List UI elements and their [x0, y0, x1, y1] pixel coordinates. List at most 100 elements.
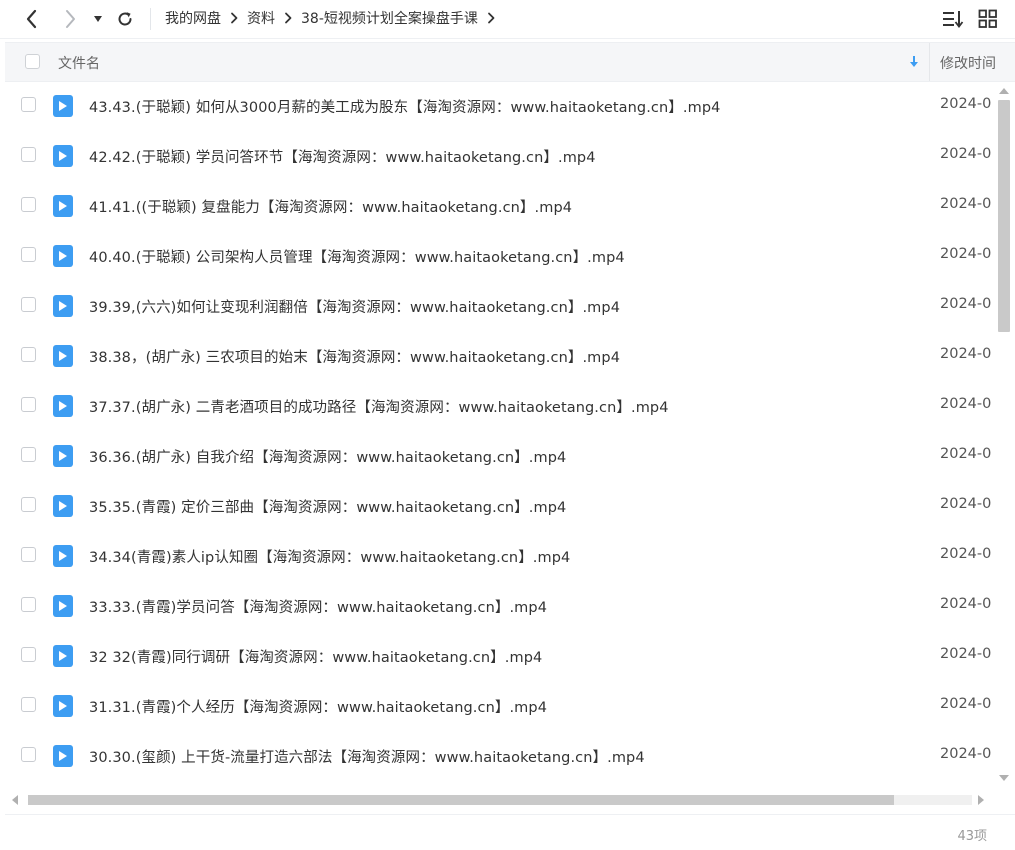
row-checkbox[interactable]	[21, 747, 36, 762]
horizontal-scroll-thumb[interactable]	[28, 795, 894, 805]
file-row[interactable]: 37.37.(胡广永) 二青老酒项目的成功路径【海淘资源网：www.haitao…	[5, 381, 993, 431]
video-file-icon	[53, 295, 73, 317]
video-file-icon	[53, 595, 73, 617]
row-checkbox[interactable]	[21, 347, 36, 362]
row-checkbox[interactable]	[21, 97, 36, 112]
video-file-icon	[53, 495, 73, 517]
row-checkbox[interactable]	[21, 447, 36, 462]
forward-button[interactable]	[56, 5, 84, 33]
file-name[interactable]: 41.41.((于聪颖) 复盘能力【海淘资源网：www.haitaoketang…	[89, 196, 572, 217]
scroll-right-arrow-icon[interactable]	[976, 794, 986, 806]
select-all-checkbox[interactable]	[25, 54, 40, 69]
row-checkbox[interactable]	[21, 497, 36, 512]
file-modified-time: 2024-0	[940, 596, 992, 612]
row-checkbox[interactable]	[21, 647, 36, 662]
grid-view-button[interactable]	[978, 9, 998, 33]
column-divider[interactable]	[929, 43, 930, 81]
file-row[interactable]: 31.31.(青霞)个人经历【海淘资源网：www.haitaoketang.cn…	[5, 681, 993, 731]
file-row[interactable]: 40.40.(于聪颖) 公司架构人员管理【海淘资源网：www.haitaoket…	[5, 231, 993, 281]
file-modified-time: 2024-0	[940, 296, 992, 312]
video-file-icon	[53, 445, 73, 467]
file-modified-time: 2024-0	[940, 496, 992, 512]
file-name[interactable]: 35.35.(青霞) 定价三部曲【海淘资源网：www.haitaoketang.…	[89, 496, 566, 517]
file-name[interactable]: 37.37.(胡广永) 二青老酒项目的成功路径【海淘资源网：www.haitao…	[89, 396, 669, 417]
file-row[interactable]: 41.41.((于聪颖) 复盘能力【海淘资源网：www.haitaoketang…	[5, 181, 993, 231]
file-modified-time: 2024-0	[940, 396, 992, 412]
file-row[interactable]: 43.43.(于聪颖) 如何从3000月薪的美工成为股东【海淘资源网：www.h…	[5, 81, 993, 131]
file-row[interactable]: 35.35.(青霞) 定价三部曲【海淘资源网：www.haitaoketang.…	[5, 481, 993, 531]
file-row[interactable]: 34.34(青霞)素人ip认知圈【海淘资源网：www.haitaoketang.…	[5, 531, 993, 581]
video-file-icon	[53, 745, 73, 767]
refresh-icon	[118, 12, 132, 26]
chevron-right-icon	[230, 12, 238, 24]
scroll-down-arrow-icon[interactable]	[998, 773, 1010, 783]
arrow-down-icon[interactable]	[908, 54, 920, 73]
video-file-icon	[53, 345, 73, 367]
refresh-button[interactable]	[111, 5, 139, 33]
file-name[interactable]: 38.38，(胡广永) 三农项目的始末【海淘资源网：www.haitaoketa…	[89, 346, 620, 367]
row-checkbox[interactable]	[21, 597, 36, 612]
file-modified-time: 2024-0	[940, 546, 992, 562]
file-name[interactable]: 32 32(青霞)同行调研【海淘资源网：www.haitaoketang.cn】…	[89, 646, 542, 667]
vertical-scrollbar[interactable]	[996, 86, 1012, 786]
file-row[interactable]: 36.36.(胡广永) 自我介绍【海淘资源网：www.haitaoketang.…	[5, 431, 993, 481]
breadcrumb-item-folder[interactable]: 资料	[247, 8, 275, 28]
file-modified-time: 2024-0	[940, 446, 992, 462]
file-row[interactable]: 30.30.(玺颜) 上干货-流量打造六部法【海淘资源网：www.haitaok…	[5, 731, 993, 781]
file-row[interactable]: 39.39,(六六)如何让变现利润翻倍【海淘资源网：www.haitaoketa…	[5, 281, 993, 331]
chevron-left-icon	[26, 9, 37, 29]
file-row[interactable]: 38.38，(胡广永) 三农项目的始末【海淘资源网：www.haitaoketa…	[5, 331, 993, 381]
sort-button[interactable]	[942, 9, 964, 33]
chevron-right-icon	[284, 12, 292, 24]
file-name[interactable]: 40.40.(于聪颖) 公司架构人员管理【海淘资源网：www.haitaoket…	[89, 246, 625, 267]
row-checkbox[interactable]	[21, 147, 36, 162]
scroll-left-arrow-icon[interactable]	[10, 794, 20, 806]
file-modified-time: 2024-0	[940, 146, 992, 162]
row-checkbox[interactable]	[21, 697, 36, 712]
back-button[interactable]	[18, 5, 46, 33]
status-bar: 43项	[5, 814, 1015, 850]
row-checkbox[interactable]	[21, 197, 36, 212]
file-modified-time: 2024-0	[940, 646, 992, 662]
row-checkbox[interactable]	[21, 247, 36, 262]
file-name[interactable]: 42.42.(于聪颖) 学员问答环节【海淘资源网：www.haitaoketan…	[89, 146, 596, 167]
grid-view-icon	[978, 9, 997, 28]
file-list: 43.43.(于聪颖) 如何从3000月薪的美工成为股东【海淘资源网：www.h…	[5, 81, 993, 786]
file-name[interactable]: 36.36.(胡广永) 自我介绍【海淘资源网：www.haitaoketang.…	[89, 446, 566, 467]
horizontal-scrollbar[interactable]	[10, 792, 990, 808]
file-modified-time: 2024-0	[940, 696, 992, 712]
file-row[interactable]: 33.33.(青霞)学员问答【海淘资源网：www.haitaoketang.cn…	[5, 581, 993, 631]
row-checkbox[interactable]	[21, 297, 36, 312]
file-name[interactable]: 43.43.(于聪颖) 如何从3000月薪的美工成为股东【海淘资源网：www.h…	[89, 96, 720, 117]
video-file-icon	[53, 645, 73, 667]
toolbar-divider	[150, 8, 151, 30]
file-name[interactable]: 33.33.(青霞)学员问答【海淘资源网：www.haitaoketang.cn…	[89, 596, 547, 617]
file-modified-time: 2024-0	[940, 346, 992, 362]
video-file-icon	[53, 195, 73, 217]
file-modified-time: 2024-0	[940, 746, 992, 762]
row-checkbox[interactable]	[21, 547, 36, 562]
breadcrumb-item-root[interactable]: 我的网盘	[165, 8, 221, 28]
row-checkbox[interactable]	[21, 397, 36, 412]
history-dropdown-button[interactable]	[86, 5, 110, 33]
breadcrumb: 我的网盘 资料 38-短视频计划全案操盘手课	[165, 0, 504, 36]
file-name[interactable]: 31.31.(青霞)个人经历【海淘资源网：www.haitaoketang.cn…	[89, 696, 547, 717]
file-name[interactable]: 30.30.(玺颜) 上干货-流量打造六部法【海淘资源网：www.haitaok…	[89, 746, 645, 767]
chevron-right-icon[interactable]	[487, 12, 495, 24]
file-name[interactable]: 34.34(青霞)素人ip认知圈【海淘资源网：www.haitaoketang.…	[89, 546, 570, 567]
file-modified-time: 2024-0	[940, 246, 992, 262]
scroll-up-arrow-icon[interactable]	[998, 86, 1010, 96]
video-file-icon	[53, 95, 73, 117]
vertical-scroll-thumb[interactable]	[998, 100, 1010, 332]
column-header-name[interactable]: 文件名	[58, 53, 100, 73]
file-modified-time: 2024-0	[940, 96, 992, 112]
column-header-time[interactable]: 修改时间	[940, 53, 996, 73]
file-modified-time: 2024-0	[940, 196, 992, 212]
file-row[interactable]: 42.42.(于聪颖) 学员问答环节【海淘资源网：www.haitaoketan…	[5, 131, 993, 181]
chevron-right-icon	[66, 10, 75, 28]
file-row[interactable]: 32 32(青霞)同行调研【海淘资源网：www.haitaoketang.cn】…	[5, 631, 993, 681]
file-name[interactable]: 39.39,(六六)如何让变现利润翻倍【海淘资源网：www.haitaoketa…	[89, 296, 620, 317]
breadcrumb-item-current[interactable]: 38-短视频计划全案操盘手课	[301, 8, 478, 28]
video-file-icon	[53, 245, 73, 267]
video-file-icon	[53, 695, 73, 717]
